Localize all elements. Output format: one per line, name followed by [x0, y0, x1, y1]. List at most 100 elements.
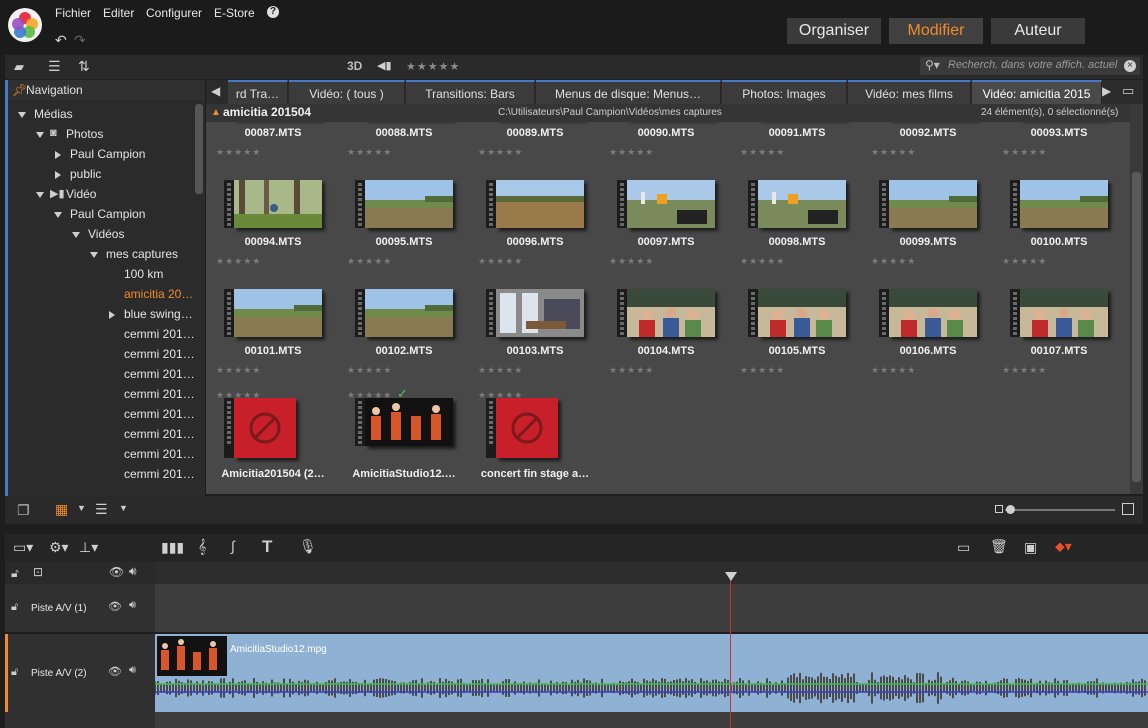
- rating-stars[interactable]: ★★★★★: [216, 147, 261, 158]
- timeline-settings-icon[interactable]: ⚙▾: [49, 539, 69, 556]
- navigation-item[interactable]: cemmi 201…: [124, 327, 195, 341]
- rating-stars[interactable]: ★★★★★: [1002, 256, 1047, 267]
- rating-stars[interactable]: ★★★★★: [1002, 365, 1047, 376]
- grid-scrollbar-thumb[interactable]: [1132, 172, 1141, 482]
- media-thumbnail[interactable]: [224, 398, 314, 458]
- track-lock-icon[interactable]: 🔓︎: [11, 601, 18, 614]
- expand-icon[interactable]: [90, 252, 98, 258]
- edit-mode-icon[interactable]: ⊥▾: [79, 539, 98, 556]
- navigation-item[interactable]: mes captures: [106, 247, 178, 261]
- media-item[interactable]: 00094.MTS ★★★★★: [214, 178, 344, 287]
- add-folder-icon[interactable]: ▰: [14, 59, 24, 75]
- eye-all-icon[interactable]: 👁︎: [109, 565, 124, 579]
- tab[interactable]: Vidéo: ( tous ): [289, 80, 405, 104]
- rating-stars[interactable]: ★★★★★: [740, 147, 785, 158]
- track-speaker-icon[interactable]: 🔊︎: [129, 664, 136, 677]
- rating-stars[interactable]: ★★★★★: [871, 256, 916, 267]
- search-input[interactable]: ⚲▾ Recherch. dans votre affich. actuel ×: [920, 57, 1140, 75]
- navigation-item[interactable]: Photos: [66, 127, 103, 141]
- track-header-2[interactable]: 🔓︎ Piste A/V (2) 👁︎ 🔊︎: [5, 634, 155, 712]
- navigation-item[interactable]: Vidéos: [88, 227, 124, 241]
- undo-icon[interactable]: ↶: [55, 32, 67, 49]
- media-thumbnail[interactable]: [355, 398, 453, 446]
- rating-filter[interactable]: ★★★★★: [406, 60, 460, 73]
- modifier-button[interactable]: Modifier: [889, 18, 983, 44]
- media-item[interactable]: 00099.MTS ★★★★★: [869, 178, 999, 287]
- rating-stars[interactable]: ★★★★★: [609, 365, 654, 376]
- navigation-item[interactable]: Paul Campion: [70, 147, 145, 161]
- add-track-icon[interactable]: ⊡: [33, 565, 43, 579]
- thumb-size-slider[interactable]: [1005, 509, 1115, 511]
- new-tab-icon[interactable]: ▭: [1122, 83, 1134, 99]
- auteur-button[interactable]: Auteur: [991, 18, 1085, 44]
- menu-editer[interactable]: Editer: [103, 6, 134, 20]
- tab[interactable]: Vidéo: amicitia 2015: [972, 80, 1102, 104]
- help-icon[interactable]: ?: [267, 6, 279, 18]
- list-menu-icon[interactable]: ☰: [48, 58, 61, 75]
- playhead-handle[interactable]: [725, 572, 737, 581]
- media-item[interactable]: 00102.MTS ★★★★★: [345, 287, 475, 396]
- collapsed-icon[interactable]: [55, 151, 61, 159]
- media-thumbnail[interactable]: [355, 180, 453, 228]
- thumb-small-icon[interactable]: [995, 505, 1003, 513]
- media-thumbnail[interactable]: [879, 180, 977, 228]
- redo-icon[interactable]: ↷: [74, 32, 86, 49]
- list-view-icon[interactable]: ☰: [95, 501, 108, 518]
- media-thumbnail[interactable]: [1010, 289, 1108, 337]
- media-thumbnail[interactable]: [224, 289, 322, 337]
- tabs-prev-icon[interactable]: ◀: [211, 84, 220, 98]
- media-thumbnail[interactable]: [748, 180, 846, 228]
- list-view-menu-icon[interactable]: ▼: [119, 503, 128, 513]
- media-item[interactable]: 00097.MTS ★★★★★: [607, 178, 737, 287]
- collapse-icon[interactable]: ▲: [211, 107, 221, 118]
- menu-estore[interactable]: E-Store: [214, 6, 255, 20]
- marker-icon[interactable]: ⬥▾: [1055, 538, 1072, 555]
- rating-stars[interactable]: ★★★★★: [609, 147, 654, 158]
- rating-stars[interactable]: ★★★★★: [871, 147, 916, 158]
- media-thumbnail[interactable]: [748, 289, 846, 337]
- scorefitter-icon[interactable]: ∫: [231, 538, 235, 554]
- razor-icon[interactable]: ▭: [957, 539, 970, 556]
- audio-mixer-icon[interactable]: ▮▮▮: [161, 539, 184, 556]
- thumb-large-icon[interactable]: [1122, 503, 1134, 515]
- tab[interactable]: Photos: Images: [722, 80, 847, 104]
- navigation-item[interactable]: cemmi 201…: [124, 367, 195, 381]
- media-thumbnail[interactable]: [486, 180, 584, 228]
- navigation-item[interactable]: cemmi 201…: [124, 447, 195, 461]
- navigation-item[interactable]: Vidéo: [66, 187, 96, 201]
- navigation-item[interactable]: cemmi 201…: [124, 347, 195, 361]
- rating-stars[interactable]: ★★★★★: [871, 365, 916, 376]
- tab[interactable]: Menus de disque: Menus…: [536, 80, 721, 104]
- tab[interactable]: Vidéo: mes films: [848, 80, 971, 104]
- navigation-item[interactable]: amicitia 20…: [124, 287, 193, 301]
- media-thumbnail[interactable]: [617, 289, 715, 337]
- navigation-item[interactable]: cemmi 201…: [124, 407, 195, 421]
- media-thumbnail[interactable]: [879, 289, 977, 337]
- rating-stars[interactable]: ★★★★★: [478, 256, 523, 267]
- rating-stars[interactable]: ★★★★★: [347, 256, 392, 267]
- title-icon[interactable]: T: [262, 537, 272, 557]
- rating-stars[interactable]: ★★★★★: [347, 147, 392, 158]
- rating-stars[interactable]: ★★★★★: [478, 390, 523, 401]
- media-item[interactable]: 00106.MTS ★★★★★: [869, 287, 999, 396]
- lock-all-icon[interactable]: 🔓︎: [11, 566, 19, 581]
- speaker-all-icon[interactable]: 🔊︎: [129, 564, 137, 579]
- app-logo[interactable]: [8, 8, 42, 42]
- navigation-item[interactable]: cemmi 201…: [124, 387, 195, 401]
- media-thumbnail[interactable]: [224, 180, 322, 228]
- rating-stars[interactable]: ★★★★★: [347, 390, 392, 401]
- expand-icon[interactable]: [18, 112, 26, 118]
- media-thumbnail[interactable]: [617, 180, 715, 228]
- navigation-item[interactable]: Médias: [34, 107, 73, 121]
- rating-stars[interactable]: ★★★★★: [216, 256, 261, 267]
- tag-icon[interactable]: ◀▮: [377, 59, 392, 72]
- media-item[interactable]: 00104.MTS ★★★★★: [607, 287, 737, 396]
- expand-icon[interactable]: [54, 212, 62, 218]
- track-speaker-icon[interactable]: 🔊︎: [129, 599, 136, 612]
- navigation-item[interactable]: public: [70, 167, 101, 181]
- media-item[interactable]: AmicitiaStudio12.…: [345, 396, 475, 494]
- grid-view-icon[interactable]: ▦: [55, 501, 68, 518]
- pin-icon[interactable]: 📌︎: [12, 83, 27, 97]
- media-item[interactable]: Amicitia201504 (2…: [214, 396, 344, 494]
- collapsed-icon[interactable]: [55, 171, 61, 179]
